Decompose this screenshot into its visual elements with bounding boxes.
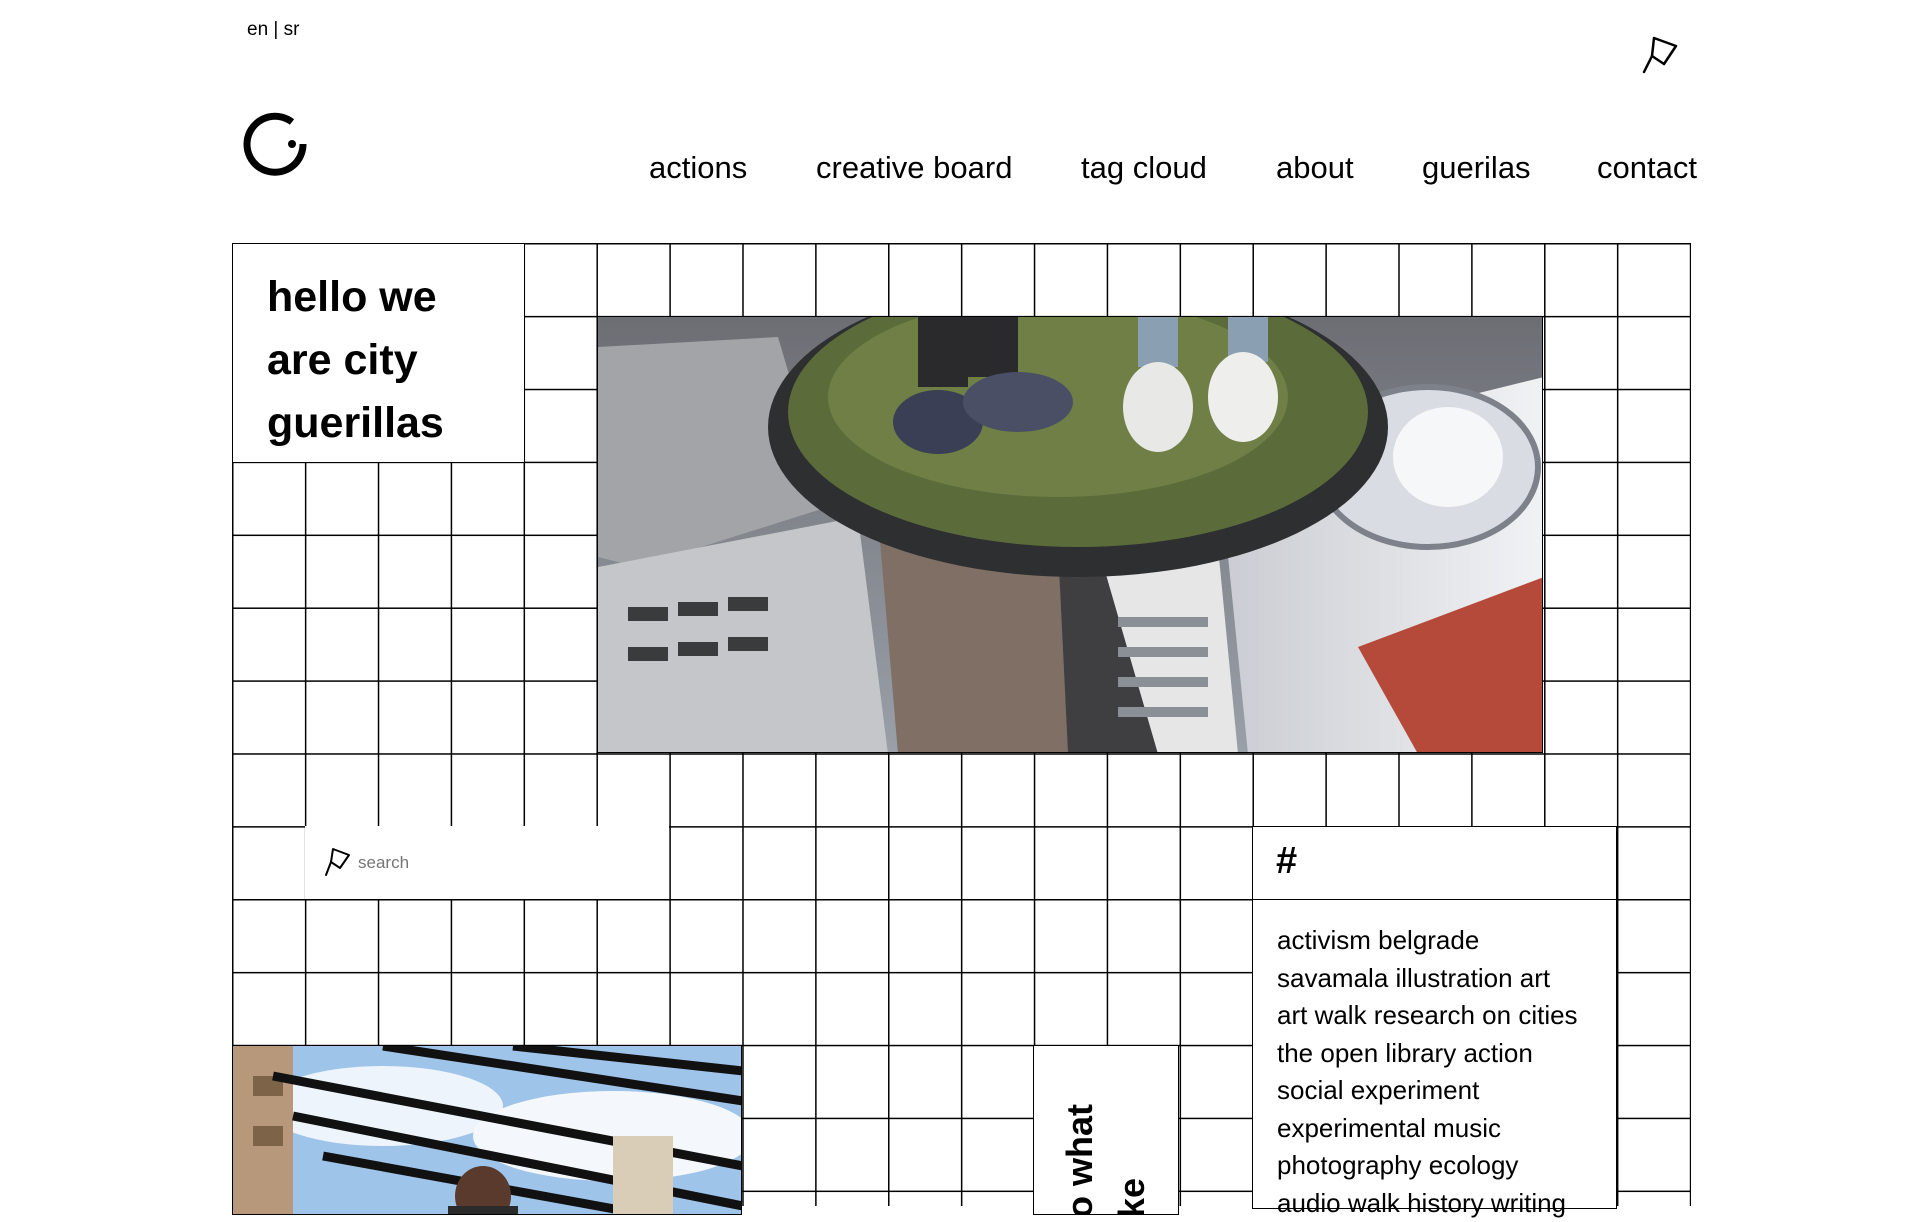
hero-image[interactable] (597, 316, 1543, 753)
logo-icon[interactable] (236, 106, 312, 182)
hashtag-heading: # (1276, 840, 1297, 883)
pin-icon (323, 846, 351, 878)
nav-item-creative-board[interactable]: creative board (816, 150, 1012, 186)
language-switch[interactable]: en | sr (247, 19, 299, 41)
intro-line: hello we (267, 266, 524, 329)
vertical-text-line: o what (1054, 1104, 1106, 1215)
nav-item-actions[interactable]: actions (649, 150, 747, 186)
tag-cloud-line[interactable]: the open library action (1277, 1035, 1607, 1073)
search-input[interactable] (356, 848, 660, 878)
tag-cloud-line[interactable]: activism belgrade (1277, 922, 1607, 960)
pin-icon[interactable] (1640, 34, 1680, 76)
vertical-text-line: ke (1106, 1104, 1158, 1215)
nav-item-about[interactable]: about (1276, 150, 1354, 186)
tag-cloud-line[interactable]: experimental music (1277, 1110, 1607, 1148)
nav-item-contact[interactable]: contact (1597, 150, 1697, 186)
tag-cloud-list: activism belgrade savamala illustration … (1277, 922, 1607, 1222)
tag-cloud-line[interactable]: audio walk history writing (1277, 1185, 1607, 1222)
tag-cloud-line[interactable]: social experiment (1277, 1072, 1607, 1110)
intro-line: are city (267, 329, 524, 392)
vertical-text-box: o what ke (1033, 1045, 1179, 1215)
intro-heading: hello we are city guerillas (232, 243, 525, 463)
nav-item-tag-cloud[interactable]: tag cloud (1081, 150, 1207, 186)
tag-cloud-line[interactable]: savamala illustration art (1277, 960, 1607, 998)
tag-cloud-header (1252, 826, 1617, 901)
vertical-text: o what ke (1054, 1104, 1158, 1215)
tag-cloud-line[interactable]: photography ecology (1277, 1147, 1607, 1185)
action-photo[interactable] (232, 1045, 742, 1215)
tag-cloud-line[interactable]: art walk research on cities (1277, 997, 1607, 1035)
intro-line: guerillas (267, 392, 524, 455)
nav-item-guerilas[interactable]: guerilas (1422, 150, 1531, 186)
